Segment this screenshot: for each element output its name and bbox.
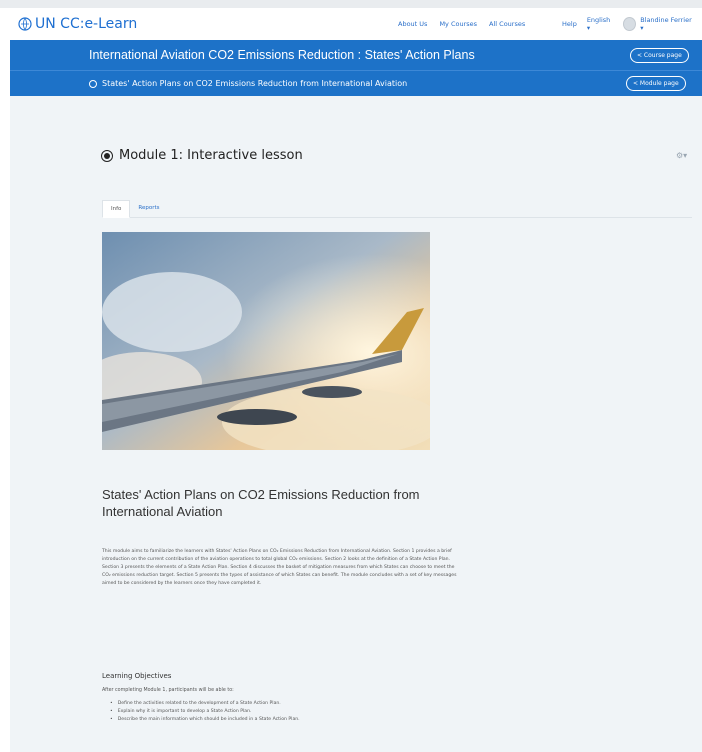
site-logo[interactable]: UN CC:e-Learn [18, 16, 137, 32]
module-description: This module aims to familiarize the lear… [102, 549, 457, 586]
avatar [623, 17, 637, 31]
language-dropdown[interactable]: English ▾ [587, 16, 613, 32]
course-title: International Aviation CO2 Emissions Red… [89, 48, 475, 62]
module-page-button[interactable]: < Module page [626, 76, 686, 91]
list-item: Explain why it is important to develop a… [110, 708, 300, 716]
logo-text: UN CC:e-Learn [35, 16, 138, 32]
module-header-bar: States' Action Plans on CO2 Emissions Re… [10, 70, 702, 96]
top-navbar: UN CC:e-Learn About Us My Courses All Co… [10, 8, 702, 40]
airplane-wing-image [102, 232, 430, 450]
activity-radio-icon [101, 149, 113, 162]
user-menu[interactable]: Blandine Ferrier ▾ [623, 16, 692, 32]
tab-reports[interactable]: Reports [130, 200, 167, 218]
nav-link-all-courses[interactable]: All Courses [489, 20, 525, 28]
learning-objectives-list: Define the activities related to the dev… [110, 700, 300, 724]
browser-top-strip [0, 0, 702, 8]
module-radio-icon [89, 79, 97, 88]
module-title: States' Action Plans on CO2 Emissions Re… [102, 79, 408, 88]
main-content: Module 1: Interactive lesson ⚙▾ Info Rep… [10, 96, 702, 752]
nav-link-my-courses[interactable]: My Courses [439, 20, 477, 28]
learning-objectives-intro: After completing Module 1, participants … [102, 688, 234, 693]
tab-info[interactable]: Info [102, 200, 131, 218]
list-item: Define the activities related to the dev… [110, 700, 300, 708]
gear-icon[interactable]: ⚙▾ [676, 151, 687, 160]
page-title: Module 1: Interactive lesson [101, 148, 303, 163]
nav-link-about[interactable]: About Us [398, 20, 427, 28]
list-item: Describe the main information which shou… [110, 716, 300, 724]
nav-links: About Us My Courses All Courses [398, 8, 537, 40]
nav-right: Help English ▾ Blandine Ferrier ▾ [562, 8, 702, 40]
learning-objectives-title: Learning Objectives [102, 672, 172, 680]
course-header-bar: International Aviation CO2 Emissions Red… [10, 40, 702, 70]
user-name: Blandine Ferrier ▾ [640, 16, 692, 32]
help-link[interactable]: Help [562, 20, 577, 28]
course-page-button[interactable]: < Course page [630, 48, 689, 63]
page-title-text: Module 1: Interactive lesson [119, 148, 303, 163]
tab-bar: Info Reports [102, 200, 692, 218]
un-emblem-icon [18, 17, 32, 31]
section-title: States' Action Plans on CO2 Emissions Re… [102, 487, 420, 519]
